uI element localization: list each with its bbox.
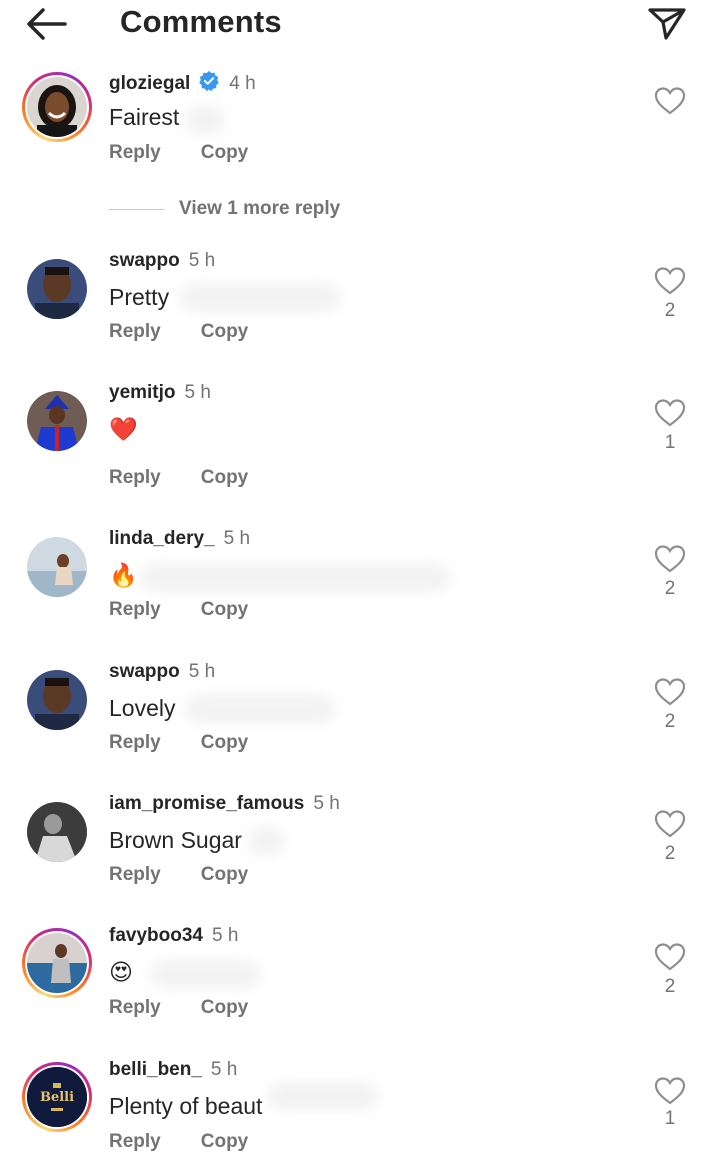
like-count: 2	[664, 711, 676, 732]
comment-text: 😍	[109, 959, 133, 985]
reply-button[interactable]: Reply	[109, 732, 161, 754]
copy-button[interactable]: Copy	[201, 599, 249, 621]
verified-badge-icon	[199, 70, 220, 92]
avatar[interactable]: Belli	[22, 1062, 92, 1132]
copy-button[interactable]: Copy	[201, 1131, 249, 1153]
comment-text: Lovely	[109, 695, 176, 721]
comment-time: 5 h	[188, 250, 216, 271]
comment-time: 5 h	[188, 661, 216, 682]
avatar[interactable]	[22, 72, 92, 142]
comment-text: ❤️	[109, 416, 138, 442]
avatar[interactable]	[22, 532, 92, 602]
arrow-left-icon	[27, 8, 67, 40]
comment-text: Plenty of beaut	[109, 1093, 263, 1119]
like-count: 2	[664, 578, 676, 599]
avatar-logo-text: Belli	[39, 1090, 75, 1105]
comment-text: Fairest	[109, 104, 180, 130]
comment-username[interactable]: yemitjo	[109, 382, 176, 403]
like-count: 1	[664, 432, 676, 453]
reply-button[interactable]: Reply	[109, 142, 161, 164]
heart-icon[interactable]	[654, 266, 686, 296]
copy-button[interactable]: Copy	[201, 997, 249, 1019]
share-button[interactable]	[646, 2, 688, 44]
avatar[interactable]	[22, 928, 92, 998]
divider	[109, 209, 164, 210]
comment-time: 4 h	[229, 73, 256, 94]
reply-button[interactable]: Reply	[109, 321, 161, 343]
comment-text: Brown Sugar	[109, 827, 242, 853]
like-count: 2	[664, 843, 676, 864]
copy-button[interactable]: Copy	[201, 864, 249, 886]
copy-button[interactable]: Copy	[201, 467, 249, 489]
comment-username[interactable]: swappo	[109, 250, 180, 271]
comment-text: Pretty	[109, 284, 170, 310]
comment-username[interactable]: gloziegal	[109, 73, 190, 94]
back-button[interactable]	[26, 8, 68, 40]
comment-username[interactable]: favyboo34	[109, 925, 203, 946]
page-title: Comments	[120, 4, 282, 39]
comment-time: 5 h	[211, 925, 239, 946]
heart-icon[interactable]	[654, 809, 686, 839]
heart-icon[interactable]	[654, 677, 686, 707]
comment-time: 5 h	[184, 382, 211, 403]
avatar[interactable]	[22, 386, 92, 456]
reply-button[interactable]: Reply	[109, 997, 161, 1019]
reply-button[interactable]: Reply	[109, 467, 161, 489]
reply-button[interactable]: Reply	[109, 599, 161, 621]
heart-icon[interactable]	[654, 1076, 686, 1106]
comment-username[interactable]: linda_dery_	[109, 528, 215, 549]
avatar[interactable]	[22, 665, 92, 735]
heart-icon[interactable]	[654, 86, 686, 116]
comment-time: 5 h	[210, 1059, 238, 1080]
like-count: 2	[664, 976, 676, 997]
copy-button[interactable]: Copy	[201, 142, 249, 164]
comment-text: 🔥	[109, 562, 138, 588]
paper-plane-icon	[648, 8, 686, 40]
header-bar: Comments	[0, 0, 720, 50]
comment-time: 5 h	[223, 528, 251, 549]
copy-button[interactable]: Copy	[201, 732, 249, 754]
avatar[interactable]	[22, 254, 92, 324]
reply-button[interactable]: Reply	[109, 1131, 161, 1153]
comment-time: 5 h	[313, 793, 340, 814]
comment-username[interactable]: swappo	[109, 661, 180, 682]
like-count: 1	[664, 1108, 676, 1129]
heart-icon[interactable]	[654, 544, 686, 574]
heart-icon[interactable]	[654, 942, 686, 972]
reply-button[interactable]: Reply	[109, 864, 161, 886]
comment-username[interactable]: belli_ben_	[109, 1059, 202, 1080]
copy-button[interactable]: Copy	[201, 321, 249, 343]
view-more-replies-label[interactable]: View 1 more reply	[179, 198, 340, 220]
like-count: 2	[664, 300, 676, 321]
comment-username[interactable]: iam_promise_famous	[109, 793, 304, 814]
heart-icon[interactable]	[654, 398, 686, 428]
avatar[interactable]	[22, 797, 92, 867]
